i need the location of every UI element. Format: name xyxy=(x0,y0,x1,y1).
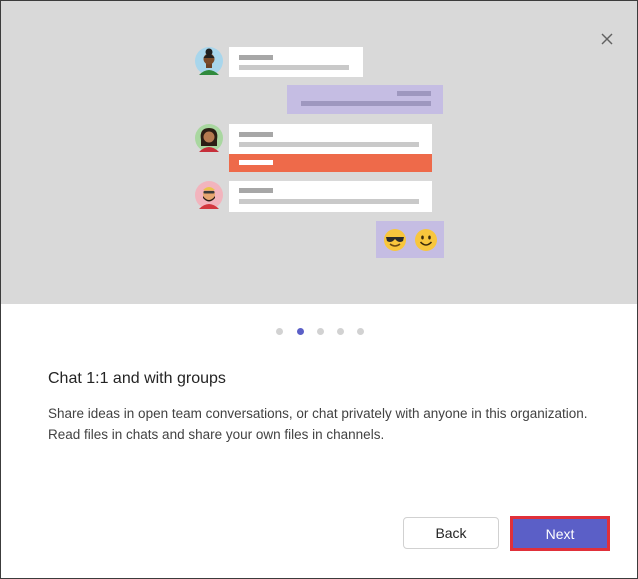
page-dot-5[interactable] xyxy=(357,328,364,335)
chat-bubble xyxy=(229,47,363,77)
sunglasses-emoji-icon xyxy=(384,229,406,251)
smiley-emoji-icon xyxy=(415,229,437,251)
chat-bubble xyxy=(229,181,432,212)
dialog-title: Chat 1:1 and with groups xyxy=(48,370,226,387)
close-icon xyxy=(601,33,613,45)
avatar-person-2-icon xyxy=(195,124,223,152)
page-dot-4[interactable] xyxy=(337,328,344,335)
file-attachment-bar xyxy=(229,154,432,172)
close-button[interactable] xyxy=(597,29,617,49)
avatar-person-1-icon xyxy=(195,47,223,75)
page-dot-1[interactable] xyxy=(276,328,283,335)
chat-illustration xyxy=(1,1,637,304)
page-dot-3[interactable] xyxy=(317,328,324,335)
avatar-person-3-icon xyxy=(195,181,223,209)
emoji-reply-bubble xyxy=(376,221,444,258)
back-button[interactable]: Back xyxy=(403,517,499,549)
next-button[interactable]: Next xyxy=(514,519,606,548)
chat-bubble xyxy=(229,124,432,154)
pagination-dots xyxy=(1,327,637,337)
page-dot-2[interactable] xyxy=(297,328,304,335)
dialog-description: Share ideas in open team conversations, … xyxy=(48,406,588,442)
chat-bubble-self xyxy=(287,85,443,114)
onboarding-dialog: Chat 1:1 and with groups Share ideas in … xyxy=(0,0,638,579)
